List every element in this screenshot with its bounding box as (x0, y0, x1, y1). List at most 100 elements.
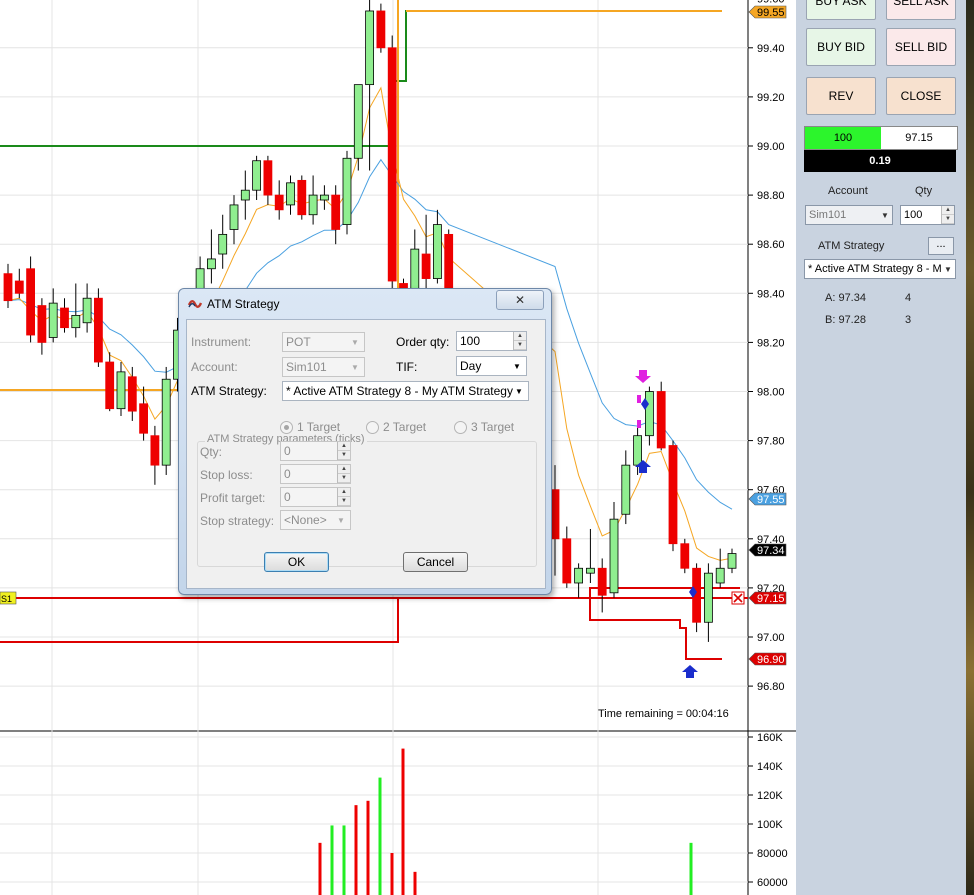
volume-bar (330, 825, 334, 895)
candle-body (319, 194, 329, 201)
candle-body (621, 464, 631, 515)
instrument-field: POT ▼ (282, 332, 365, 352)
candle-body (410, 248, 420, 294)
spin-arrows-icon: ▲ ▼ (337, 442, 350, 460)
candle (668, 440, 678, 552)
ninja-logo-icon (187, 300, 203, 308)
time-remaining: Time remaining = 00:04:16 (598, 708, 729, 720)
volume-tick-label: 160K (757, 732, 783, 744)
tif-value: Day (460, 359, 482, 373)
volume-tick-label: 60000 (757, 877, 788, 889)
candle-body (727, 553, 737, 569)
position-pnl: 0.19 (804, 150, 956, 172)
candle-body (14, 280, 24, 294)
candle-body (274, 194, 284, 211)
close-icon: ✕ (514, 293, 526, 307)
account-label: Account: (191, 360, 238, 374)
candle (645, 386, 654, 446)
atm-strategy-select[interactable]: * Active ATM Strategy 8 - My ATM Strateg… (282, 381, 529, 401)
atm-strategy-properties-button[interactable]: ... (928, 237, 954, 255)
candle (704, 563, 713, 642)
atm-strategy-label: ATM Strategy: (191, 384, 267, 398)
candle (127, 366, 137, 421)
radio-1-target-label: 1 Target (297, 420, 341, 434)
candle (353, 84, 363, 171)
volume-tick-label: 80000 (757, 848, 788, 860)
candle (139, 386, 149, 441)
candle (621, 450, 631, 525)
bid-size: 3 (905, 314, 912, 326)
candle-body (550, 489, 560, 540)
spin-arrows-icon[interactable]: ▲ ▼ (941, 206, 954, 224)
price-tick-label: 99.00 (757, 141, 785, 153)
close-position-button[interactable]: CLOSE (886, 77, 956, 115)
stop-loss-label: Stop loss: (200, 468, 253, 482)
volume-tick-label: 120K (757, 790, 783, 802)
spin-arrows-icon: ▲ ▼ (337, 465, 350, 483)
chevron-down-icon: ▼ (515, 386, 523, 396)
tif-select[interactable]: Day ▼ (456, 356, 527, 376)
price-tick-label: 99.40 (757, 43, 785, 55)
stop-line-left (0, 598, 399, 643)
candle-body (353, 84, 363, 159)
candle-body (3, 273, 13, 302)
position-price-marker: 97.15 (748, 591, 787, 605)
high-price-marker-text: 99.55 (757, 7, 785, 19)
candle-body (48, 302, 58, 338)
buy-ask-button[interactable]: BUY ASK (806, 0, 876, 20)
reverse-button[interactable]: REV (806, 77, 876, 115)
price-tick-label: 98.20 (757, 337, 785, 349)
sell-bid-button[interactable]: SELL BID (886, 28, 956, 66)
atm-strategy-select[interactable]: * Active ATM Strategy 8 - M ▼ (804, 259, 956, 279)
stop-loss-value: 0 (284, 467, 291, 481)
close-position-x-icon[interactable] (731, 591, 745, 605)
order-qty-label: Order qty: (396, 335, 450, 349)
profit-target-label: Profit target: (200, 491, 266, 505)
last-price-marker-text: 97.34 (757, 545, 785, 557)
candle-body (252, 160, 262, 191)
chevron-down-icon: ▼ (944, 264, 952, 274)
candle (297, 175, 307, 220)
candle-body (71, 314, 81, 329)
chevron-down-icon: ▼ (351, 337, 359, 347)
candle (37, 298, 47, 355)
candle (161, 366, 171, 475)
qty-stepper-value: 100 (904, 209, 923, 221)
stop-strategy-select: <None> ▼ (280, 510, 351, 530)
buy-bid-button[interactable]: BUY BID (806, 28, 876, 66)
sell-ask-button[interactable]: SELL ASK (886, 0, 956, 20)
candle-body (704, 572, 713, 623)
volume-bar (366, 800, 370, 895)
ok-button[interactable]: OK (264, 552, 329, 572)
radio-selected-icon (280, 420, 293, 434)
candle (82, 283, 92, 333)
candle-body (94, 297, 103, 363)
stop-price-marker-text: 96.90 (757, 654, 785, 666)
candle-body (229, 204, 239, 230)
candle-body (562, 538, 572, 584)
close-button[interactable]: ✕ (496, 290, 544, 310)
candle (116, 362, 126, 417)
candle (342, 150, 352, 235)
radio-2-target: 2 Target (366, 420, 426, 434)
volume-bar (378, 777, 382, 895)
order-qty-stepper[interactable]: 100 ▲ ▼ (456, 331, 527, 351)
stop-strategy-label: Stop strategy: (200, 514, 275, 528)
radio-icon (454, 420, 467, 434)
radio-3-target: 3 Target (454, 420, 514, 434)
price-tick-label: 98.40 (757, 288, 785, 300)
price-tick-label: 98.80 (757, 190, 785, 202)
position-display: 100 97.15 (804, 126, 958, 150)
cancel-button[interactable]: Cancel (403, 552, 468, 572)
account-select[interactable]: Sim101 ▼ (805, 205, 893, 225)
candle (727, 548, 737, 574)
candle-body (308, 194, 318, 216)
target-qty-value: 0 (284, 444, 291, 458)
volume-tick-label: 140K (757, 761, 783, 773)
candle (229, 195, 239, 245)
candle-body (645, 391, 654, 437)
spin-arrows-icon[interactable]: ▲ ▼ (513, 332, 526, 350)
candle (150, 425, 160, 485)
qty-stepper[interactable]: 100 ▲ ▼ (900, 205, 955, 225)
position-tag: S1 (0, 591, 17, 605)
